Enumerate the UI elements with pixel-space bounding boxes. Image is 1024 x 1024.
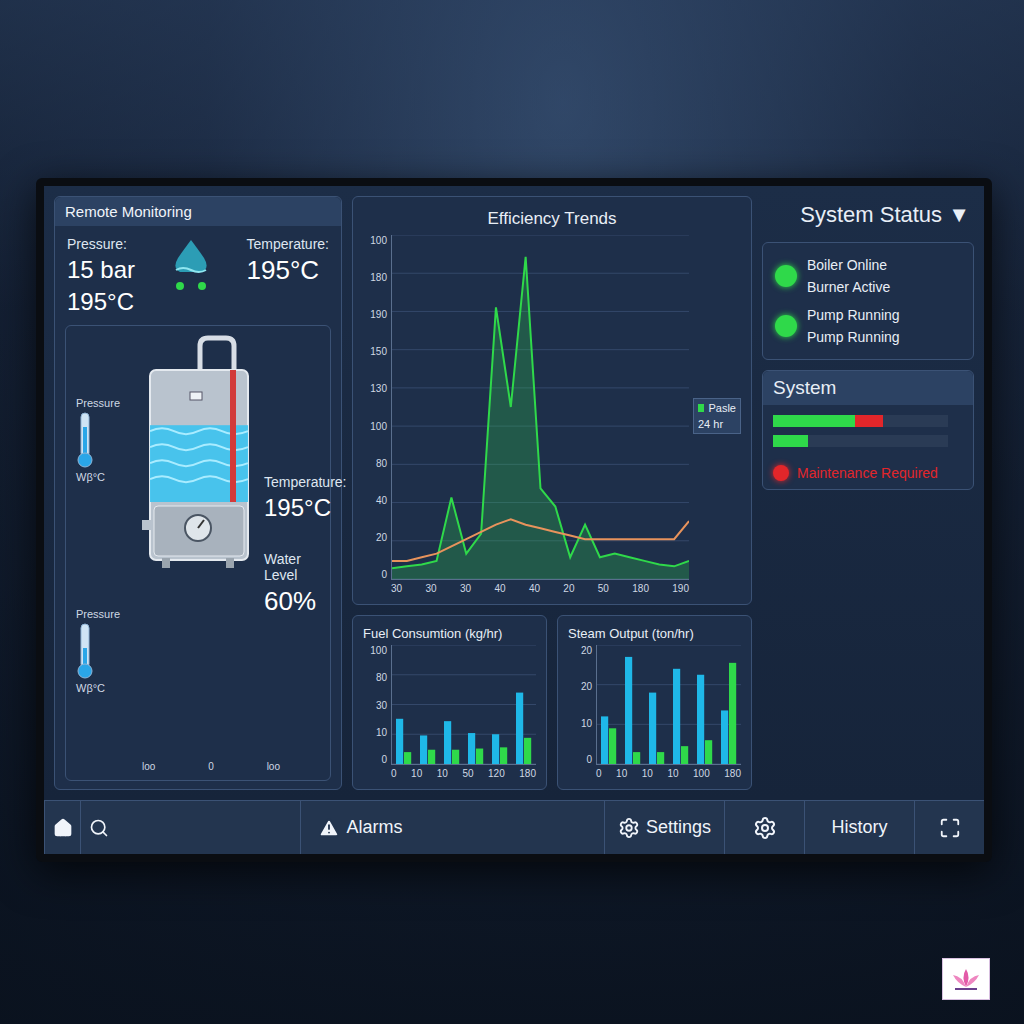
efficiency-line-chart	[392, 235, 689, 579]
chart-bar	[729, 663, 736, 764]
search-button[interactable]	[80, 801, 116, 854]
thermometer-icon	[76, 622, 94, 680]
steam-bar-chart	[597, 645, 741, 764]
home-button[interactable]	[44, 801, 80, 854]
chart-bar	[681, 746, 688, 764]
thermometer-icon	[76, 411, 94, 469]
water-flame-icon	[166, 236, 216, 296]
chart-series	[392, 519, 689, 561]
boiler-axis: loo0loo	[76, 757, 320, 772]
boiler-drawing	[138, 334, 258, 569]
y-axis: 1008030100	[363, 645, 387, 781]
system-card: System Maintenance Required	[762, 370, 974, 490]
y-axis: 2020100	[568, 645, 592, 781]
fuel-card: Fuel Consumtion (kg/hr)10080301000101050…	[352, 615, 547, 790]
gear-icon	[753, 816, 777, 840]
chart-bar	[428, 750, 435, 764]
maintenance-alert: Maintenance Required	[773, 455, 963, 481]
chart-bar	[500, 747, 507, 764]
settings-button[interactable]: Settings	[604, 801, 724, 854]
chart-bar	[420, 735, 427, 764]
status-dropdown[interactable]: System Status ▼	[762, 196, 974, 232]
chart-bar	[524, 738, 531, 764]
fullscreen-icon	[939, 817, 961, 839]
chart-bar	[492, 734, 499, 764]
water-level: Water Level60%	[264, 551, 320, 617]
chart-bar	[468, 733, 475, 764]
boiler-card: PressureWβ°C PressureWβ°C Temperature:195°…	[65, 325, 331, 781]
status-card: Boiler OnlineBurner ActivePump RunningPu…	[762, 242, 974, 360]
dashboard: Remote Monitoring Pressure:15 bar195°C Tem…	[44, 186, 984, 800]
alarms-button[interactable]: Alarms	[300, 801, 420, 854]
chart-bar	[657, 752, 664, 764]
y-axis: 1001801901501301008040200	[363, 235, 387, 596]
chart-legend: Pasle24 hr	[693, 398, 741, 434]
chart-title: Fuel Consumtion (kg/hr)	[363, 624, 536, 645]
lotus-icon	[949, 967, 983, 991]
fuel-bar-chart	[392, 645, 536, 764]
gear-icon	[618, 817, 640, 839]
search-icon	[89, 818, 109, 838]
bottom-nav: Alarms Settings History	[44, 800, 984, 854]
chart-bar	[625, 657, 632, 764]
chart-title: Steam Output (ton/hr)	[568, 624, 741, 645]
monitor: Remote Monitoring Pressure:15 bar195°C Tem…	[36, 178, 992, 862]
watermark-logo	[942, 958, 990, 1000]
gear-button[interactable]	[724, 801, 804, 854]
status-dot	[775, 315, 797, 337]
chart-bar	[721, 710, 728, 764]
chart-bar	[404, 752, 411, 764]
history-button[interactable]: History	[804, 801, 914, 854]
chart-bar	[649, 693, 656, 764]
home-icon	[53, 818, 73, 838]
x-axis: 0101050120180	[391, 765, 536, 781]
chart-series	[392, 257, 689, 579]
status-item: Pump RunningPump Running	[773, 301, 963, 351]
status-item: Boiler OnlineBurner Active	[773, 251, 963, 301]
system-bar	[773, 415, 948, 427]
boiler-temperature: Temperature:195°C	[264, 474, 320, 522]
pressure-stat: Pressure:15 bar195°C	[67, 236, 135, 315]
efficiency-card: Efficiency Trends10018019015013010080402…	[352, 196, 752, 605]
remote-monitoring-panel: Remote Monitoring Pressure:15 bar195°C Tem…	[54, 196, 342, 790]
chart-bar	[705, 740, 712, 764]
panel-title: System	[763, 371, 973, 405]
fullscreen-button[interactable]	[914, 801, 984, 854]
office-background: Remote Monitoring Pressure:15 bar195°C Tem…	[0, 0, 1024, 1024]
chart-bar	[697, 675, 704, 764]
chart-bar	[601, 716, 608, 764]
system-bar	[773, 435, 948, 447]
chart-bar	[673, 669, 680, 764]
x-axis: 0101010100180	[596, 765, 741, 781]
status-dot	[775, 265, 797, 287]
chart-bar	[609, 728, 616, 764]
chart-bar	[444, 721, 451, 764]
steam-card: Steam Output (ton/hr)2020100010101010018…	[557, 615, 752, 790]
chart-bar	[396, 719, 403, 764]
temperature-stat: Temperature:195°C	[247, 236, 329, 286]
panel-title: Remote Monitoring	[55, 197, 341, 226]
chart-bar	[452, 750, 459, 764]
warning-icon	[318, 817, 340, 839]
chart-bar	[633, 752, 640, 764]
x-axis: 30303040402050180190	[391, 580, 689, 596]
gauge: PressureWβ°C	[76, 608, 132, 694]
chart-bar	[476, 749, 483, 764]
gauge: PressureWβ°C	[76, 397, 132, 483]
chart-bar	[516, 693, 523, 764]
chart-title: Efficiency Trends	[363, 205, 741, 235]
